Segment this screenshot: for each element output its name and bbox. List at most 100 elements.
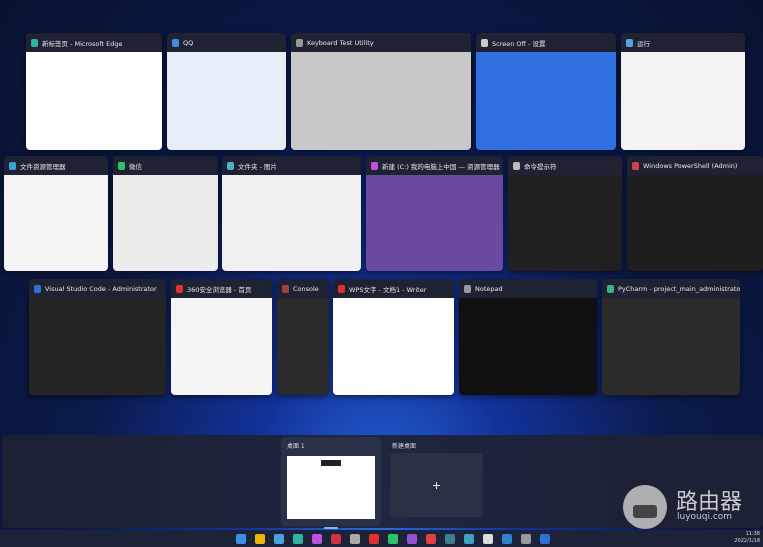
window-header: Notepad (459, 279, 597, 298)
new-desktop-button[interactable]: + (390, 453, 483, 517)
window-title: 360安全浏览器 - 首页 (187, 285, 252, 294)
window-thumbnail[interactable]: Console (277, 279, 329, 395)
window-thumbnail[interactable]: 新标签页 - Microsoft Edge (26, 33, 162, 150)
browser-icon (176, 284, 183, 293)
window-title: QQ (183, 38, 194, 47)
window-header: PyCharm - project_main_administrator (602, 279, 740, 298)
window-header: Windows PowerShell (Admin) (627, 156, 763, 175)
qq-icon (172, 38, 179, 47)
window-title: 命令提示符 (524, 162, 557, 171)
taskbar-app-icon[interactable] (407, 533, 417, 544)
window-preview (621, 52, 745, 150)
window-thumbnail[interactable]: PyCharm - project_main_administrator (602, 279, 740, 395)
window-thumbnail[interactable]: Screen Off - 设置 (476, 33, 616, 150)
window-header: 360安全浏览器 - 首页 (171, 279, 272, 298)
desktop-1-label: 桌面 1 (287, 443, 305, 450)
taskbar-app-icon[interactable] (502, 533, 512, 544)
keyboard-icon (296, 38, 303, 47)
window-header: Keyboard Test Utility (291, 33, 471, 52)
window-thumbnail[interactable]: Keyboard Test Utility (291, 33, 471, 150)
ide-icon (607, 284, 614, 293)
window-header: Visual Studio Code - Administrator (29, 279, 166, 298)
window-title: PyCharm - project_main_administrator (618, 284, 740, 293)
window-thumbnail[interactable]: Visual Studio Code - Administrator (29, 279, 166, 395)
window-header: WPS文字 - 文档1 - Writer (333, 279, 454, 298)
window-preview (26, 52, 162, 150)
window-title: 微信 (129, 162, 142, 171)
window-preview (4, 175, 108, 271)
window-preview (291, 52, 471, 150)
watermark-site: luyouqi.com (677, 512, 733, 522)
window-preview (459, 298, 597, 395)
window-thumbnail[interactable]: QQ (167, 33, 286, 150)
taskbar-app-icon[interactable] (312, 533, 322, 544)
photos-icon (227, 161, 234, 170)
window-preview (602, 298, 740, 395)
window-title: 运行 (637, 39, 650, 48)
window-preview (171, 298, 272, 395)
window-preview (508, 175, 622, 271)
window-title: Console (293, 284, 319, 293)
taskbar-app-icon[interactable] (540, 533, 550, 544)
window-header: 文件资源管理器 (4, 156, 108, 175)
taskbar-app-icon[interactable] (521, 533, 531, 544)
notepad-icon (464, 284, 471, 293)
window-header: 新建 (C:) 我的电脑上中国 — 资源管理器 (366, 156, 503, 175)
plus-icon: + (431, 478, 442, 492)
taskbar-app-icon[interactable] (255, 533, 265, 544)
window-thumbnail[interactable]: 文件夹 - 图片 (222, 156, 361, 271)
taskbar-app-icon[interactable] (388, 533, 398, 544)
taskbar-app-icon[interactable] (464, 533, 474, 544)
taskbar-app-icon[interactable] (236, 533, 246, 544)
window-header: QQ (167, 33, 286, 52)
window-thumbnail[interactable]: 微信 (113, 156, 218, 271)
taskbar-app-icon[interactable] (331, 533, 341, 544)
window-preview (29, 298, 166, 395)
clock[interactable]: 11:38 2022/1/18 (734, 531, 760, 545)
folder-icon (9, 161, 16, 170)
window-title: Notepad (475, 284, 503, 293)
window-header: 新标签页 - Microsoft Edge (26, 33, 162, 52)
wechat-icon (118, 161, 125, 170)
window-thumbnail[interactable]: WPS文字 - 文档1 - Writer (333, 279, 454, 395)
window-thumbnail[interactable]: 新建 (C:) 我的电脑上中国 — 资源管理器 (366, 156, 503, 271)
window-header: 命令提示符 (508, 156, 622, 175)
desktop-1-thumbnail (287, 456, 375, 519)
taskbar-app-icon[interactable] (369, 533, 379, 544)
window-title: 文件资源管理器 (20, 162, 66, 171)
window-preview (627, 175, 763, 271)
window-title: Windows PowerShell (Admin) (643, 161, 738, 170)
ide-icon (34, 284, 41, 293)
window-title: 文件夹 - 图片 (238, 162, 277, 171)
ide-icon (632, 161, 639, 170)
wps-icon (338, 284, 345, 293)
window-title: Visual Studio Code - Administrator (45, 284, 157, 293)
window-thumbnail[interactable]: Windows PowerShell (Admin) (627, 156, 763, 271)
window-preview (222, 175, 361, 271)
taskbar-app-icon[interactable] (350, 533, 360, 544)
window-thumbnail[interactable]: 360安全浏览器 - 首页 (171, 279, 272, 395)
window-preview (366, 175, 503, 271)
window-thumbnail[interactable]: 命令提示符 (508, 156, 622, 271)
taskbar-app-icon[interactable] (293, 533, 303, 544)
active-indicator (324, 527, 338, 529)
window-header: Screen Off - 设置 (476, 33, 616, 52)
run-icon (626, 38, 633, 47)
taskbar-app-icon[interactable] (274, 533, 284, 544)
window-preview (476, 52, 616, 150)
taskbar-app-icon[interactable] (483, 533, 493, 544)
window-header: 运行 (621, 33, 745, 52)
window-thumbnail[interactable]: 文件资源管理器 (4, 156, 108, 271)
desktop-1[interactable]: 桌面 1 (281, 437, 381, 529)
window-title: WPS文字 - 文档1 - Writer (349, 285, 427, 294)
window-thumbnail[interactable]: 运行 (621, 33, 745, 150)
window-title: 新标签页 - Microsoft Edge (42, 39, 123, 48)
window-preview (113, 175, 218, 271)
browser-icon (371, 161, 378, 170)
window-thumbnail[interactable]: Notepad (459, 279, 597, 395)
taskbar-app-icon[interactable] (445, 533, 455, 544)
edge-icon (31, 38, 38, 47)
taskbar-app-icon[interactable] (426, 533, 436, 544)
window-preview (333, 298, 454, 395)
new-desktop-label: 新建桌面 (392, 443, 417, 450)
